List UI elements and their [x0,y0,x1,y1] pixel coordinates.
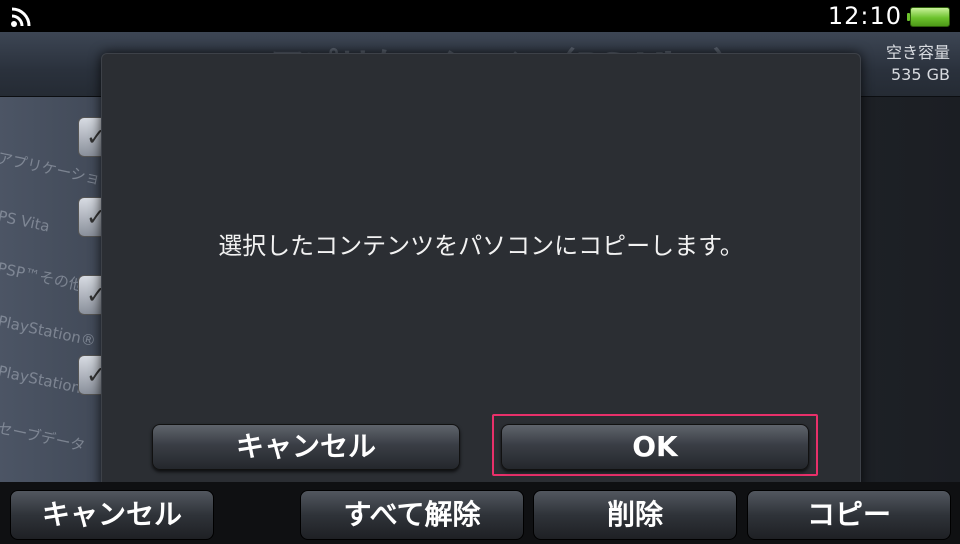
dialog-ok-button[interactable]: OK [501,424,809,470]
bottom-toolbar: キャンセル すべて解除 削除 コピー [0,482,960,544]
storage-label: 空き容量 [885,43,950,62]
delete-button[interactable]: 削除 [533,490,737,540]
toolbar-cancel-button[interactable]: キャンセル [10,490,214,540]
wifi-icon [11,7,31,27]
list-item: PSP™その他 [0,258,86,295]
clock: 12:10 [827,2,902,30]
list-item: PS Vita [0,207,52,236]
dialog-message: 選択したコンテンツをパソコンにコピーします。 [218,232,744,260]
deselect-all-button[interactable]: すべて解除 [300,490,524,540]
dialog-cancel-button[interactable]: キャンセル [152,424,460,470]
storage-info: 空き容量 535 GB [886,42,950,86]
list-item: PlayStation® [0,312,98,351]
battery-icon [907,7,950,27]
copy-button[interactable]: コピー [747,490,951,540]
confirm-dialog: 選択したコンテンツをパソコンにコピーします。 キャンセル OK [101,53,861,491]
status-bar: 12:10 [0,0,960,32]
storage-value: 535 GB [891,65,950,84]
list-item: セーブデータ [0,418,87,456]
